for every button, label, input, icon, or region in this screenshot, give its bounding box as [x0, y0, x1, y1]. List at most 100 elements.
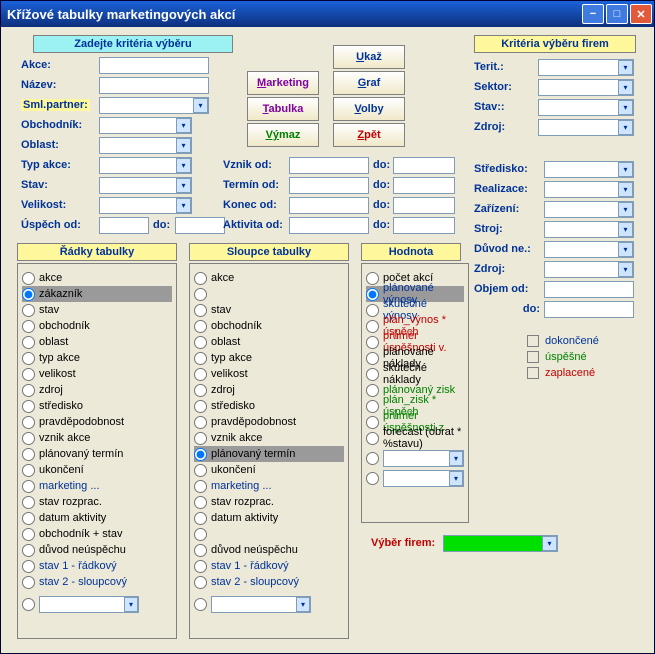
cols-option[interactable]: velikost	[194, 366, 344, 382]
input-uspech-od[interactable]	[99, 217, 149, 234]
combo-firm-terit[interactable]: ▾	[538, 59, 634, 76]
vals-option[interactable]: skutečné náklady	[366, 366, 464, 382]
input-firm-objem_od[interactable]	[544, 281, 634, 298]
cols-option[interactable]: stav rozprac.	[194, 494, 344, 510]
rows-option[interactable]: stav rozprac.	[22, 494, 172, 510]
combo-obchodnik[interactable]: ▾	[99, 117, 192, 134]
vymaz-button[interactable]: Výmaz	[247, 123, 319, 147]
combo-firm-zdroj2[interactable]: ▾	[544, 261, 634, 278]
cols-option[interactable]: stav	[194, 302, 344, 318]
cols-option[interactable]	[194, 286, 344, 302]
marketing-button[interactable]: Marketing	[247, 71, 319, 95]
label-vznik-od: Vznik od:	[223, 159, 272, 171]
label-firm-realizace: Realizace:	[474, 183, 540, 195]
graf-button[interactable]: Graf	[333, 71, 405, 95]
chk-zaplacene[interactable]	[527, 367, 539, 379]
rows-option[interactable]: středisko	[22, 398, 172, 414]
combo-firm-sektor[interactable]: ▾	[538, 79, 634, 96]
rows-option[interactable]: stav	[22, 302, 172, 318]
cols-combo-option[interactable]: ▾	[194, 596, 344, 612]
cols-option[interactable]	[194, 526, 344, 542]
combo-firm-zdroj[interactable]: ▾	[538, 119, 634, 136]
input-termin-od[interactable]	[289, 177, 369, 194]
input-konec-do[interactable]	[393, 197, 455, 214]
input-aktivita-od[interactable]	[289, 217, 369, 234]
rows-option[interactable]: oblast	[22, 334, 172, 350]
combo-velikost[interactable]: ▾	[99, 197, 192, 214]
input-konec-od[interactable]	[289, 197, 369, 214]
vals-combo[interactable]: ▾	[383, 450, 464, 467]
rows-option[interactable]: obchodník + stav	[22, 526, 172, 542]
combo-firm-stroj[interactable]: ▾	[544, 221, 634, 238]
input-uspech-do[interactable]	[175, 217, 225, 234]
input-vznik-do[interactable]	[393, 157, 455, 174]
volby-button[interactable]: Volby	[333, 97, 405, 121]
vals-option[interactable]: forecast (obrat * %stavu)	[366, 430, 464, 446]
input-firm-do[interactable]	[544, 301, 634, 318]
chk-uspesne[interactable]	[527, 351, 539, 363]
cols-option[interactable]: plánovaný termín	[194, 446, 344, 462]
cols-option[interactable]: akce	[194, 270, 344, 286]
cols-option[interactable]: ukončení	[194, 462, 344, 478]
cols-combo[interactable]: ▾	[211, 596, 311, 613]
cols-option[interactable]: marketing ...	[194, 478, 344, 494]
combo-firm-duvod_ne[interactable]: ▾	[544, 241, 634, 258]
rows-option[interactable]: datum aktivity	[22, 510, 172, 526]
vals-combo-option[interactable]: ▾	[366, 450, 464, 466]
label-firm-zarizeni: Zařízení:	[474, 203, 540, 215]
rows-option[interactable]: akce	[22, 270, 172, 286]
cols-option[interactable]: datum aktivity	[194, 510, 344, 526]
rows-option[interactable]: plánovaný termín	[22, 446, 172, 462]
rows-option[interactable]: stav 2 - sloupcový	[22, 574, 172, 590]
combo-firm-stav[interactable]: ▾	[538, 99, 634, 116]
input-termin-do[interactable]	[393, 177, 455, 194]
vals-combo-option[interactable]: ▾	[366, 470, 464, 486]
rows-option[interactable]: marketing ...	[22, 478, 172, 494]
cols-option[interactable]: stav 1 - řádkový	[194, 558, 344, 574]
combo-firm-zarizeni[interactable]: ▾	[544, 201, 634, 218]
chk-dokoncene[interactable]	[527, 335, 539, 347]
rows-option[interactable]: velikost	[22, 366, 172, 382]
rows-option[interactable]: zákazník	[22, 286, 172, 302]
input-aktivita-do[interactable]	[393, 217, 455, 234]
combo-smlpartner[interactable]: ▾	[99, 97, 209, 114]
rows-option[interactable]: vznik akce	[22, 430, 172, 446]
input-vznik-od[interactable]	[289, 157, 369, 174]
rows-option[interactable]: důvod neúspěchu	[22, 542, 172, 558]
cols-option[interactable]: stav 2 - sloupcový	[194, 574, 344, 590]
rows-option[interactable]: stav 1 - řádkový	[22, 558, 172, 574]
combo-vyber-firem[interactable]: ▾	[443, 535, 558, 552]
rows-option[interactable]: zdroj	[22, 382, 172, 398]
rows-listbox: akcezákazníkstavobchodníkoblasttyp akcev…	[17, 263, 177, 639]
maximize-button[interactable]: □	[606, 4, 628, 24]
ukaz-button[interactable]: Ukaž	[333, 45, 405, 69]
combo-stav[interactable]: ▾	[99, 177, 192, 194]
combo-firm-stredisko[interactable]: ▾	[544, 161, 634, 178]
cols-option[interactable]: oblast	[194, 334, 344, 350]
vals-combo[interactable]: ▾	[383, 470, 464, 487]
label-typakce: Typ akce:	[21, 159, 71, 171]
cols-option[interactable]: typ akce	[194, 350, 344, 366]
tabulka-button[interactable]: Tabulka	[247, 97, 319, 121]
cols-option[interactable]: středisko	[194, 398, 344, 414]
rows-combo-option[interactable]: ▾	[22, 596, 172, 612]
rows-option[interactable]: ukončení	[22, 462, 172, 478]
zpet-button[interactable]: Zpět	[333, 123, 405, 147]
cols-option[interactable]: pravděpodobnost	[194, 414, 344, 430]
cols-option[interactable]: vznik akce	[194, 430, 344, 446]
combo-typakce[interactable]: ▾	[99, 157, 192, 174]
cols-option[interactable]: zdroj	[194, 382, 344, 398]
rows-option[interactable]: obchodník	[22, 318, 172, 334]
input-nazev[interactable]	[99, 77, 209, 94]
rows-option[interactable]: pravděpodobnost	[22, 414, 172, 430]
label-firm-duvod_ne: Důvod ne.:	[474, 243, 540, 255]
cols-option[interactable]: obchodník	[194, 318, 344, 334]
rows-combo[interactable]: ▾	[39, 596, 139, 613]
minimize-button[interactable]: −	[582, 4, 604, 24]
combo-oblast[interactable]: ▾	[99, 137, 192, 154]
cols-option[interactable]: důvod neúspěchu	[194, 542, 344, 558]
rows-option[interactable]: typ akce	[22, 350, 172, 366]
combo-firm-realizace[interactable]: ▾	[544, 181, 634, 198]
input-akce[interactable]	[99, 57, 209, 74]
close-button[interactable]: ✕	[630, 4, 652, 24]
